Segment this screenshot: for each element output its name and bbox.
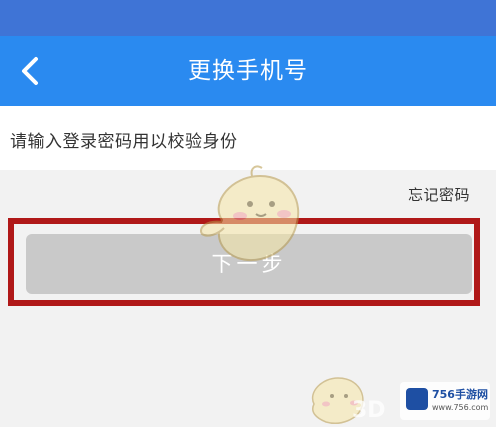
app-header: 更换手机号 [0, 36, 496, 106]
site-logo-icon [406, 388, 428, 410]
page-title: 更换手机号 [188, 58, 308, 84]
watermark-3d-text: 3D [352, 398, 386, 423]
site-url: www.756.com [432, 403, 489, 412]
site-title: 756手游网 [432, 388, 488, 401]
prompt-text: 请输入登录密码用以校验身份 [10, 132, 238, 152]
forgot-password-link[interactable]: 忘记密码 [408, 184, 470, 205]
next-button[interactable]: 下一步 [26, 234, 472, 294]
status-bar [0, 0, 496, 36]
prompt-section: 请输入登录密码用以校验身份 [0, 106, 496, 170]
site-watermark: 756手游网 www.756.com [400, 382, 490, 420]
